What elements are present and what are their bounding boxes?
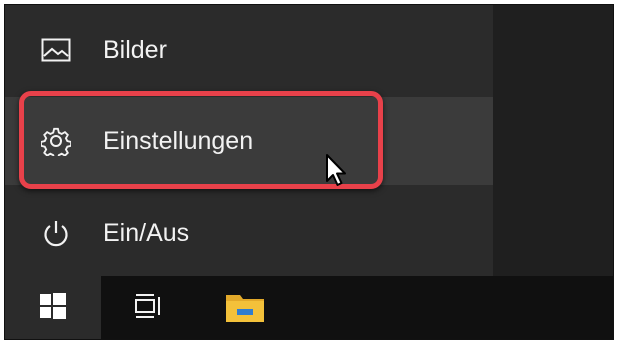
menu-item-ein-aus[interactable]: Ein/Aus xyxy=(5,191,493,276)
task-view-button[interactable] xyxy=(113,276,185,339)
mouse-cursor-icon xyxy=(325,153,351,189)
power-icon xyxy=(37,215,75,253)
screenshot-frame: Bilder Einstellungen Ein/Aus xyxy=(4,4,614,340)
menu-item-einstellungen[interactable]: Einstellungen xyxy=(5,97,493,185)
menu-item-label: Ein/Aus xyxy=(103,219,190,247)
gear-icon xyxy=(37,122,75,160)
start-menu-tiles-area xyxy=(493,5,613,276)
start-button[interactable] xyxy=(5,276,101,339)
pictures-icon xyxy=(37,31,75,69)
task-view-icon xyxy=(134,293,164,324)
start-menu: Bilder Einstellungen Ein/Aus xyxy=(5,5,493,276)
file-explorer-icon xyxy=(225,289,265,328)
menu-item-bilder[interactable]: Bilder xyxy=(5,5,493,95)
file-explorer-button[interactable] xyxy=(205,276,285,339)
windows-start-icon xyxy=(40,293,66,324)
menu-item-label: Bilder xyxy=(103,35,167,64)
menu-item-label: Einstellungen xyxy=(103,126,254,155)
taskbar xyxy=(5,276,613,339)
